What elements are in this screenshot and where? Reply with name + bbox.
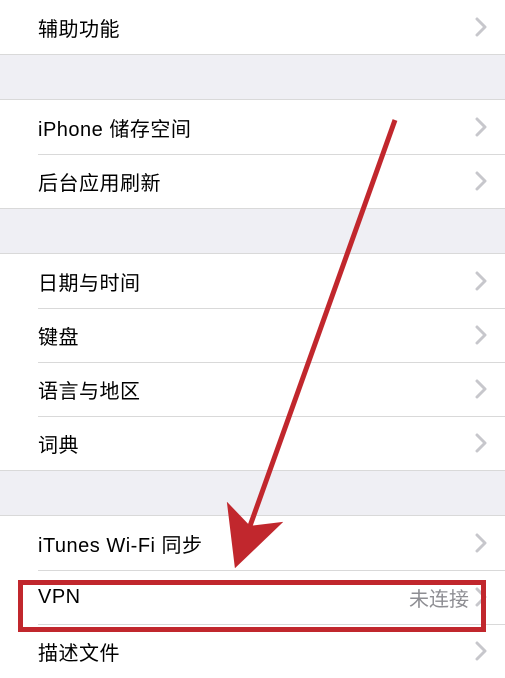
row-dictionary[interactable]: 词典: [0, 416, 505, 470]
settings-group: 日期与时间 键盘 语言与地区 词典: [0, 254, 505, 470]
chevron-right-icon: [475, 117, 487, 137]
row-background-app-refresh[interactable]: 后台应用刷新: [0, 154, 505, 208]
row-accessibility[interactable]: 辅助功能: [0, 0, 505, 54]
row-iphone-storage[interactable]: iPhone 储存空间: [0, 100, 505, 154]
row-vpn[interactable]: VPN 未连接: [0, 570, 505, 624]
chevron-right-icon: [475, 271, 487, 291]
row-label: 键盘: [38, 321, 475, 350]
row-date-time[interactable]: 日期与时间: [0, 254, 505, 308]
row-label: VPN: [38, 586, 409, 609]
chevron-right-icon: [475, 641, 487, 661]
settings-group: iPhone 储存空间 后台应用刷新: [0, 100, 505, 208]
row-label: 语言与地区: [38, 375, 475, 404]
row-label: 辅助功能: [38, 13, 475, 42]
chevron-right-icon: [475, 171, 487, 191]
row-label: 词典: [38, 429, 475, 458]
chevron-right-icon: [475, 587, 487, 607]
row-label: iPhone 储存空间: [38, 113, 475, 142]
chevron-right-icon: [475, 533, 487, 553]
chevron-right-icon: [475, 325, 487, 345]
group-separator: [0, 208, 505, 254]
settings-group: iTunes Wi-Fi 同步 VPN 未连接 描述文件: [0, 516, 505, 678]
chevron-right-icon: [475, 379, 487, 399]
row-label: 日期与时间: [38, 267, 475, 296]
chevron-right-icon: [475, 17, 487, 37]
row-keyboard[interactable]: 键盘: [0, 308, 505, 362]
row-itunes-wifi-sync[interactable]: iTunes Wi-Fi 同步: [0, 516, 505, 570]
chevron-right-icon: [475, 433, 487, 453]
group-separator: [0, 470, 505, 516]
row-label: 描述文件: [38, 637, 475, 666]
row-profile[interactable]: 描述文件: [0, 624, 505, 678]
row-label: iTunes Wi-Fi 同步: [38, 529, 475, 558]
row-value: 未连接: [409, 583, 469, 612]
row-label: 后台应用刷新: [38, 167, 475, 196]
group-separator: [0, 54, 505, 100]
row-language-region[interactable]: 语言与地区: [0, 362, 505, 416]
settings-group: 辅助功能: [0, 0, 505, 54]
